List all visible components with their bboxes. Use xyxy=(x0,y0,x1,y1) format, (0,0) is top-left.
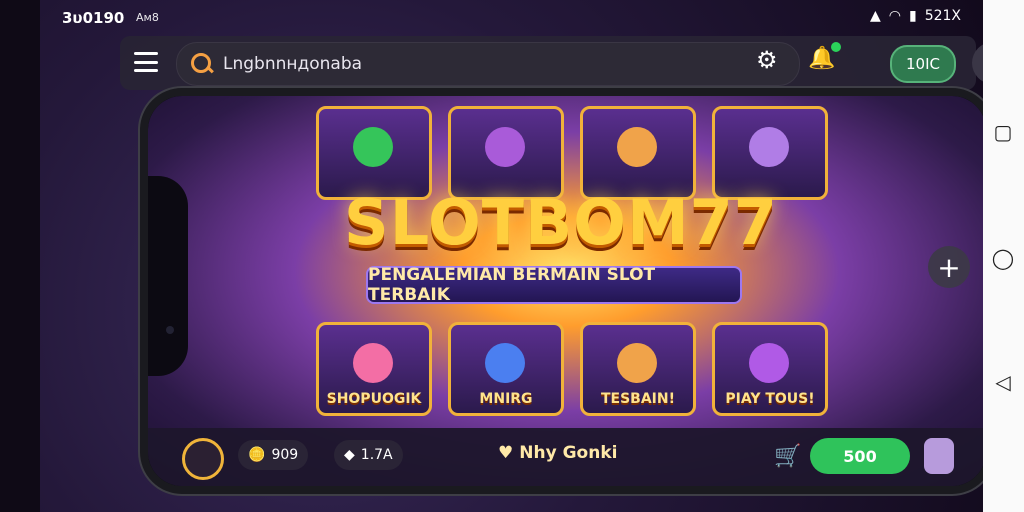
coin-value: 909 xyxy=(271,447,299,463)
bell-icon[interactable]: 🔔 xyxy=(808,42,842,71)
search-bar[interactable] xyxy=(176,42,800,86)
tile-label-2: MNIRG xyxy=(479,391,533,407)
tile-label-3: TESBAIN! xyxy=(600,391,675,407)
profile-icon[interactable] xyxy=(924,438,954,474)
status-right: ▲ ◠ ▮ 521X xyxy=(870,8,961,24)
heart-icon: ♥ xyxy=(498,443,514,463)
battery-icon: ▮ xyxy=(908,8,917,24)
avatar[interactable] xyxy=(182,438,224,480)
bottom-tile-4[interactable]: PIAY TOUS! xyxy=(712,322,828,416)
status-bar: 3υ0190 Aм8 ▲ ◠ ▮ 521X xyxy=(40,0,983,34)
game-screen: SLOTBOM77 PENGALEMIAN BERMAIN SLOT TERBA… xyxy=(148,96,983,486)
wifi-icon: ◠ xyxy=(888,8,901,24)
character-icon xyxy=(617,127,657,167)
more-icon[interactable]: ⋮ xyxy=(972,42,983,84)
screen: 3υ0190 Aм8 ▲ ◠ ▮ 521X ⚙ 🔔 10IC ⋮ SLOTB xyxy=(40,0,983,512)
blue-gem-icon xyxy=(485,343,525,383)
signal-icon: ▲ xyxy=(869,8,881,24)
character-icon-2 xyxy=(617,343,657,383)
emerald-icon xyxy=(353,127,393,167)
bottom-bar: 🪙 909 ◆ 1.7A ♥ Nhy Gonki 🛒 500 xyxy=(148,428,983,486)
search-icon xyxy=(191,53,211,73)
status-time: 3υ0190 xyxy=(62,9,125,27)
game-subtitle: PENGALEMIAN BERMAIN SLOT TERBAIK xyxy=(366,265,742,305)
bottom-tile-3[interactable]: TESBAIN! xyxy=(580,322,696,416)
home-icon[interactable]: ◯ xyxy=(991,246,1015,270)
search-input[interactable] xyxy=(221,43,745,85)
crystal-icon xyxy=(485,127,525,167)
status-carrier: Aм8 xyxy=(136,11,159,24)
bonus-label: ♥ Nhy Gonki xyxy=(498,443,617,463)
game-title: SLOTBOM77 xyxy=(344,186,778,259)
orb-icon xyxy=(353,343,393,383)
left-strip xyxy=(0,0,40,512)
tile-label-4: PIAY TOUS! xyxy=(725,391,815,407)
camera-dot xyxy=(166,326,174,334)
tile-label-1: SHOPUOGIK xyxy=(326,391,422,407)
phone-frame: SLOTBOM77 PENGALEMIAN BERMAIN SLOT TERBA… xyxy=(140,88,983,494)
plus-icon[interactable]: + xyxy=(928,246,970,288)
notification-dot xyxy=(831,42,842,52)
phone-notch xyxy=(148,176,188,376)
crystal-icon-2 xyxy=(749,127,789,167)
bottom-tile-2[interactable]: MNIRG xyxy=(448,322,564,416)
menu-icon[interactable] xyxy=(134,52,158,72)
coin-icon: 🪙 xyxy=(248,447,266,463)
gem-value: 1.7A xyxy=(360,447,393,463)
bottom-tile-1[interactable]: SHOPUOGIK xyxy=(316,322,432,416)
gear-icon[interactable]: ⚙ xyxy=(756,46,778,74)
app-bar: ⚙ 🔔 10IC ⋮ xyxy=(120,36,983,90)
action-button[interactable]: 500 xyxy=(810,438,910,474)
recents-icon[interactable]: ▢ xyxy=(991,120,1015,144)
status-right-text: 521X xyxy=(924,8,961,24)
purple-gem-icon xyxy=(749,343,789,383)
gem-stat: ◆ 1.7A xyxy=(334,440,403,470)
system-nav: ▢ ◯ ◁ xyxy=(983,0,1024,512)
status-pill[interactable]: 10IC xyxy=(890,45,956,83)
cart-icon[interactable]: 🛒 xyxy=(774,444,801,469)
coin-stat: 🪙 909 xyxy=(238,440,309,470)
back-icon[interactable]: ◁ xyxy=(991,370,1015,394)
bonus-text: Nhy Gonki xyxy=(519,443,618,463)
gem-icon: ◆ xyxy=(344,447,355,463)
